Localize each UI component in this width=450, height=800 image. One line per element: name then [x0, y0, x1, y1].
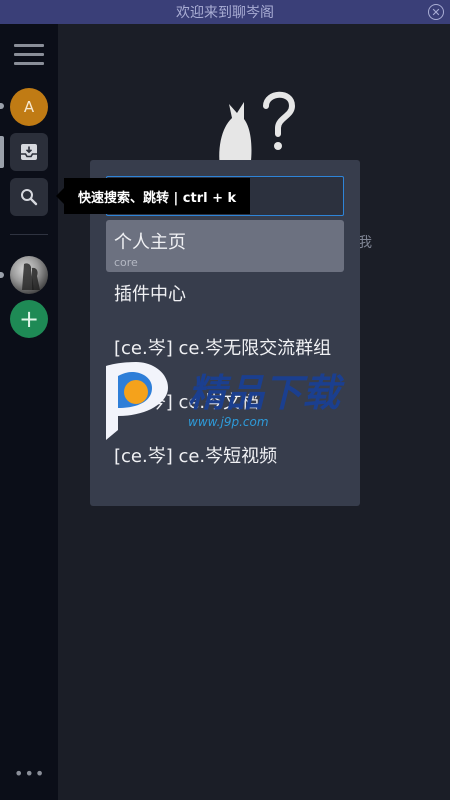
search-tooltip: 快速搜索、跳转 | ctrl + k [55, 178, 251, 214]
more-icon[interactable]: ••• [14, 766, 44, 782]
title-bar: 欢迎来到聊岑阁 ✕ [0, 0, 450, 24]
switcher-item-group-chat[interactable]: [ce.岑] ce.岑无限交流群组 [106, 334, 344, 364]
switcher-item-label: 个人主页 [114, 232, 186, 253]
switcher-item-label: [ce.岑] ce.岑无限交流群组 [114, 338, 332, 359]
menu-icon[interactable] [14, 44, 44, 66]
window-title: 欢迎来到聊岑阁 [176, 5, 274, 21]
switcher-item-docs[interactable]: [ce.岑] ce.岑文档 [106, 388, 344, 418]
sidebar-divider [10, 234, 48, 235]
background-text: 我 [358, 235, 372, 251]
inbox-icon [21, 144, 37, 160]
unread-indicator [0, 103, 4, 109]
plus-icon: + [18, 305, 40, 333]
switcher-item-plugin-center[interactable]: 插件中心 [106, 280, 344, 310]
switcher-item-personal-home[interactable]: 个人主页 core [106, 220, 344, 272]
unread-indicator [0, 272, 4, 278]
switcher-item-label: 插件中心 [114, 284, 186, 305]
switcher-item-sublabel: core [114, 256, 138, 269]
switcher-item-label: [ce.岑] ce.岑文档 [114, 392, 260, 413]
group-avatar-image [22, 263, 40, 290]
avatar-letter: A [23, 98, 35, 116]
user-avatar[interactable]: A [10, 88, 48, 126]
inbox-button[interactable] [10, 133, 48, 171]
search-button[interactable] [10, 178, 48, 216]
group-avatar[interactable] [10, 256, 48, 294]
search-icon [21, 189, 38, 206]
switcher-item-short-video[interactable]: [ce.岑] ce.岑短视频 [106, 442, 344, 472]
switcher-item-label: [ce.岑] ce.岑短视频 [114, 446, 278, 467]
close-icon[interactable]: ✕ [428, 4, 444, 20]
add-server-button[interactable]: + [10, 300, 48, 338]
sidebar: A + ••• [0, 24, 58, 800]
active-indicator [0, 136, 4, 168]
app-window: 欢迎来到聊岑阁 ✕ A + ••• 我 快速搜索、跳转 | ctrl + k 个… [0, 0, 450, 800]
